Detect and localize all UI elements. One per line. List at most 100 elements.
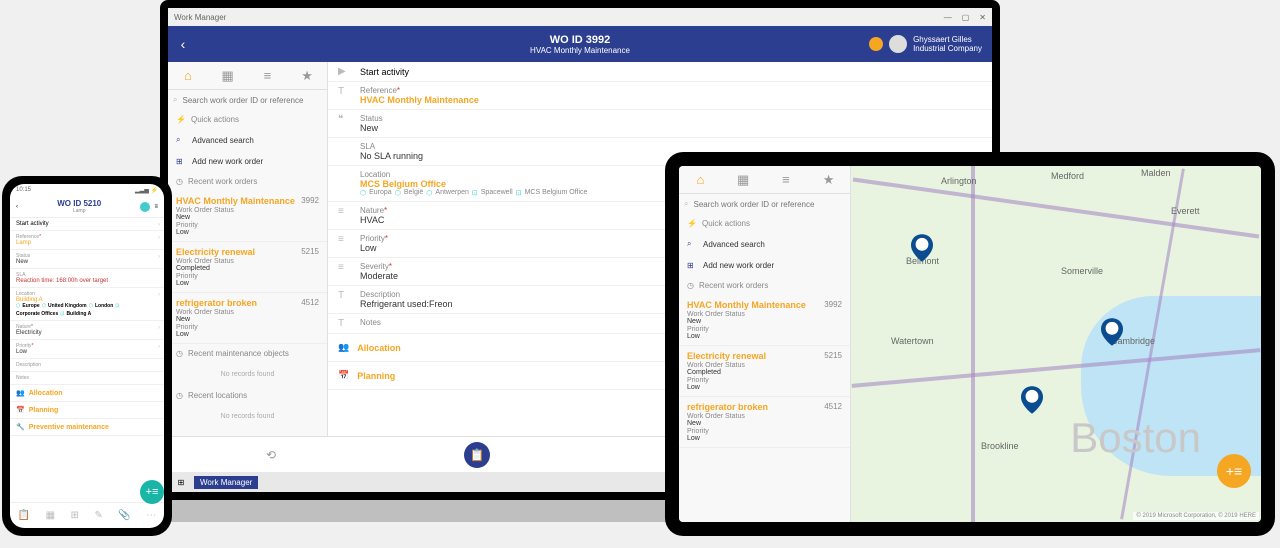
chevron-right-icon: ›: [158, 235, 160, 241]
people-icon: 👥: [16, 389, 25, 397]
location-field[interactable]: LocationBuilding A ⬡Europe⬡United Kingdo…: [10, 288, 164, 321]
people-icon: 👥: [338, 342, 349, 353]
chevron-right-icon: ›: [158, 292, 160, 298]
back-icon[interactable]: ‹: [16, 204, 18, 210]
start-activity-row[interactable]: Start activity›: [10, 218, 164, 231]
close-icon[interactable]: ✕: [979, 13, 986, 22]
list-icon: ≡: [338, 206, 352, 225]
work-order-item[interactable]: Electricity renewal5215 Work Order Statu…: [679, 346, 850, 397]
work-order-item[interactable]: HVAC Monthly Maintenance3992 Work Order …: [168, 191, 327, 242]
search-box[interactable]: ⌕: [679, 194, 850, 214]
tablet-frame: ⌂ ▦ ≡ ★ ⌕ ⚡Quick actions ⌕Advanced searc…: [665, 152, 1275, 536]
fab-add-button[interactable]: +≡: [1217, 454, 1251, 488]
status-field[interactable]: ❝StatusNew: [328, 110, 992, 138]
clock-icon: ◷: [176, 177, 183, 186]
nav-box-icon[interactable]: ⊞: [71, 510, 79, 521]
reference-field[interactable]: Reference*Lamp›: [10, 231, 164, 250]
map-view[interactable]: Arlington Medford Malden Everett Belmont…: [851, 166, 1261, 522]
tablet-screen: ⌂ ▦ ≡ ★ ⌕ ⚡Quick actions ⌕Advanced searc…: [679, 166, 1261, 522]
doc-nav-icon[interactable]: 📋: [464, 442, 490, 468]
list-tab-icon[interactable]: ≡: [765, 172, 808, 187]
phone-header: ‹ WO ID 5210 Lamp ≡: [10, 196, 164, 218]
work-order-item[interactable]: refrigerator broken4512 Work Order Statu…: [168, 293, 327, 344]
search-box[interactable]: ⌕: [168, 90, 327, 110]
city-label: Malden: [1141, 168, 1171, 178]
plus-box-icon: ⊞: [176, 157, 186, 166]
nav-cal-icon[interactable]: ▦: [46, 510, 55, 521]
status-icons: ▂▃▅ ⚡: [135, 187, 158, 194]
back-button[interactable]: ‹: [168, 36, 198, 52]
work-order-item[interactable]: refrigerator broken4512 Work Order Statu…: [679, 397, 850, 448]
star-tab-icon[interactable]: ★: [287, 68, 327, 84]
phone-body: Start activity› Reference*Lamp› StatusNe…: [10, 218, 164, 502]
star-tab-icon[interactable]: ★: [807, 172, 850, 188]
add-work-order[interactable]: ⊞Add new work order: [679, 255, 850, 276]
calendar-tab-icon[interactable]: ▦: [722, 172, 765, 188]
status-time: 10:15: [16, 187, 31, 193]
nav-clip-icon[interactable]: 📎: [118, 510, 130, 521]
search-input[interactable]: [693, 200, 845, 209]
add-work-order[interactable]: ⊞Add new work order: [168, 151, 327, 172]
wrench-icon: 🔧: [16, 423, 25, 431]
pin-icon: ◷: [176, 391, 183, 400]
minimize-icon[interactable]: —: [944, 13, 952, 22]
home-tab-icon[interactable]: ⌂: [168, 68, 208, 83]
windows-start-icon[interactable]: ⊞: [172, 478, 190, 487]
list-icon: ≡: [338, 262, 352, 281]
calendar-tab-icon[interactable]: ▦: [208, 68, 248, 84]
phone-frame: 10:15 ▂▃▅ ⚡ ‹ WO ID 5210 Lamp ≡ Start ac…: [2, 176, 172, 536]
header-title: WO ID 5210: [22, 199, 136, 208]
search-input[interactable]: [182, 96, 322, 105]
nav-doc-icon[interactable]: 📋: [18, 510, 30, 521]
window-title: Work Manager: [174, 13, 226, 22]
header-subtitle: HVAC Monthly Maintenance: [530, 46, 630, 55]
map-attribution: © 2019 Microsoft Corporation, © 2019 HER…: [1133, 512, 1259, 520]
header-sub: Lamp: [22, 208, 136, 214]
reference-field[interactable]: TReference*HVAC Monthly Maintenance: [328, 82, 992, 110]
city-label: Arlington: [941, 176, 977, 186]
notes-field[interactable]: Notes: [10, 372, 164, 385]
home-tab-icon[interactable]: ⌂: [679, 172, 722, 187]
phone-statusbar: 10:15 ▂▃▅ ⚡: [10, 184, 164, 196]
magnifier-icon: ⌕: [176, 135, 186, 145]
status-field[interactable]: StatusNew›: [10, 250, 164, 269]
notification-icon[interactable]: [869, 37, 883, 51]
nav-more-icon[interactable]: ⋯: [146, 510, 156, 521]
tag-icon: T: [338, 86, 352, 105]
flash-icon: ⚡: [176, 115, 186, 124]
back-nav-icon[interactable]: ⟲: [258, 442, 284, 468]
user-name: Ghyssaert Gilles: [913, 35, 982, 44]
taskbar-app[interactable]: Work Manager: [194, 476, 258, 489]
avatar[interactable]: [889, 35, 907, 53]
chevron-right-icon: ›: [158, 222, 160, 228]
map-pin[interactable]: 2: [1101, 318, 1123, 346]
chevron-right-icon: ›: [158, 254, 160, 260]
search-icon: ⌕: [684, 199, 688, 209]
fab-add-button[interactable]: +≡: [140, 480, 164, 504]
work-order-item[interactable]: HVAC Monthly Maintenance3992 Work Order …: [679, 295, 850, 346]
work-order-item[interactable]: Electricity renewal5215 Work Order Statu…: [168, 242, 327, 293]
start-activity-row[interactable]: ▶Start activity: [328, 62, 992, 82]
list-tab-icon[interactable]: ≡: [248, 68, 288, 83]
priority-field[interactable]: Priority*Low›: [10, 340, 164, 359]
map-pin[interactable]: 1: [911, 234, 933, 262]
menu-icon[interactable]: ≡: [154, 204, 158, 210]
description-field[interactable]: Description: [10, 359, 164, 372]
no-records: No records found: [168, 363, 327, 386]
preventive-section[interactable]: 🔧Preventive maintenance: [10, 419, 164, 436]
map-pin[interactable]: 8: [1021, 386, 1043, 414]
recent-orders-header: ◷Recent work orders: [168, 172, 327, 191]
text-icon: T: [338, 290, 352, 309]
nature-field[interactable]: Nature*Electricity›: [10, 321, 164, 340]
planning-section[interactable]: 📅Planning: [10, 402, 164, 419]
nav-edit-icon[interactable]: ✎: [94, 510, 102, 521]
status-dot-icon[interactable]: [140, 202, 150, 212]
advanced-search[interactable]: ⌕Advanced search: [168, 129, 327, 151]
recent-orders-header: ◷Recent work orders: [679, 276, 850, 295]
app-header: ‹ WO ID 3992 HVAC Monthly Maintenance Gh…: [168, 26, 992, 62]
allocation-section[interactable]: 👥Allocation: [10, 385, 164, 402]
maximize-icon[interactable]: ▢: [962, 13, 970, 22]
advanced-search[interactable]: ⌕Advanced search: [679, 233, 850, 255]
magnifier-icon: ⌕: [687, 239, 697, 249]
plus-box-icon: ⊞: [687, 261, 697, 270]
